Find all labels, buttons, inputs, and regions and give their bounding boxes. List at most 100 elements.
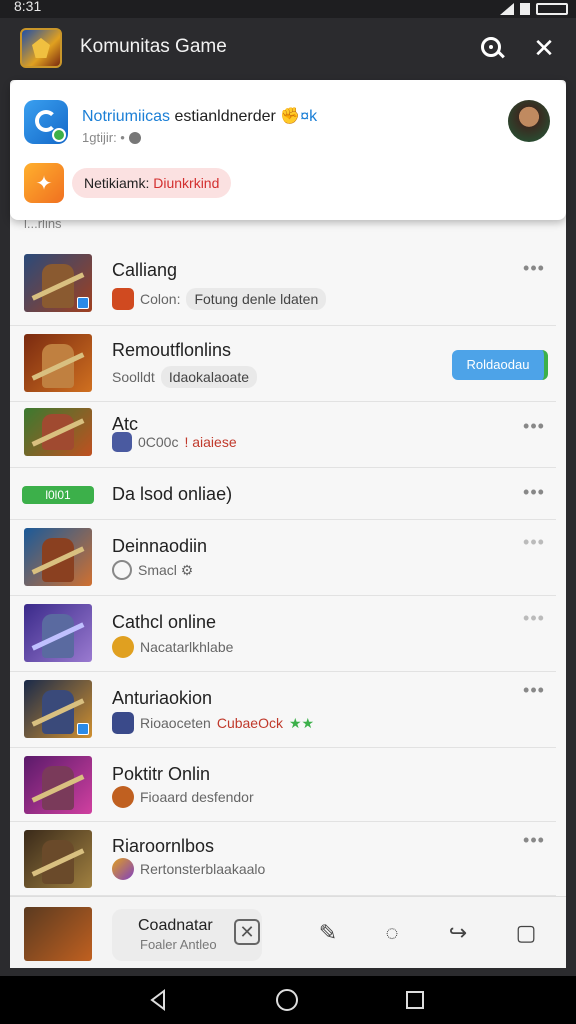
game-subtitle: Rertonsterblaakaalo bbox=[112, 858, 265, 880]
sub-label: Smacl ⚙ bbox=[138, 561, 194, 578]
more-options-button[interactable]: ••• bbox=[522, 483, 546, 506]
close-icon[interactable]: ✕ bbox=[234, 919, 260, 945]
status-badge: l0l01 bbox=[22, 486, 94, 504]
game-badge-icon bbox=[112, 858, 134, 880]
list-item[interactable]: Riaroornlbos Rertonsterblaakaalo ••• bbox=[10, 822, 556, 896]
notification-secondary[interactable]: ✦ Netikiamk: Diunkrkind bbox=[24, 162, 232, 204]
copy-icon[interactable]: ▢ bbox=[512, 919, 540, 947]
signal-icon bbox=[500, 3, 514, 15]
game-thumbnail bbox=[24, 756, 92, 814]
game-thumbnail bbox=[24, 334, 92, 392]
list-item[interactable]: Remoutflonlins Soolldt Idaokalaoate Rold… bbox=[10, 326, 556, 402]
sub-label: Rioaoceten bbox=[140, 715, 211, 731]
bottom-toolbar: Coadnatar Foaler Antleo ✕ ✎ ◌ ↪ ▢ bbox=[10, 896, 566, 968]
sub-label-red: ! aiaiese bbox=[184, 434, 237, 450]
system-nav-bar bbox=[0, 976, 576, 1024]
pen-icon[interactable]: ✎ bbox=[314, 919, 342, 947]
tag-chip[interactable]: Fotung denle ldaten bbox=[186, 288, 327, 310]
more-options-button[interactable]: ••• bbox=[522, 831, 546, 854]
game-subtitle: Soolldt Idaokalaoate bbox=[112, 366, 257, 388]
selected-subtitle: Foaler Antleo bbox=[140, 937, 217, 952]
game-subtitle: Colon: Fotung denle ldaten bbox=[112, 288, 327, 310]
tag-chip[interactable]: Idaokalaoate bbox=[160, 366, 257, 388]
home-icon[interactable] bbox=[276, 989, 298, 1011]
more-options-button[interactable]: ••• bbox=[522, 417, 546, 440]
sub-label: Nacatarlkhlabe bbox=[140, 639, 234, 655]
battery-icon bbox=[536, 3, 568, 15]
status-bar: 8:31 bbox=[0, 0, 576, 18]
follow-button[interactable]: Roldaodau bbox=[452, 350, 548, 380]
recents-icon[interactable] bbox=[406, 991, 424, 1009]
list-item[interactable]: Cathcl online Nacatarlkhlabe ••• bbox=[10, 596, 556, 672]
game-title: Remoutflonlins bbox=[112, 340, 232, 360]
sub-label-red: CubaeOck bbox=[216, 715, 283, 731]
list-item[interactable]: Atc 0C00c ! aiaiese ••• bbox=[10, 402, 556, 468]
more-options-button[interactable]: ••• bbox=[522, 533, 546, 556]
game-thumbnail bbox=[24, 604, 92, 662]
back-icon[interactable] bbox=[146, 988, 170, 1012]
game-subtitle: Fioaard desfendor bbox=[112, 786, 254, 808]
close-icon: ✕ bbox=[533, 33, 555, 63]
sub-label-green: ★★ bbox=[288, 714, 315, 731]
settings-icon bbox=[112, 560, 132, 580]
sub-label: 0C00c bbox=[138, 434, 179, 450]
game-thumbnail bbox=[24, 528, 92, 586]
notification-pill-red: Diunkrkind bbox=[153, 175, 220, 191]
wifi-icon bbox=[520, 3, 530, 15]
list-item[interactable]: Calliang Colon: Fotung denle ldaten ••• bbox=[10, 250, 556, 326]
list-item[interactable]: Poktitr Onlin Fioaard desfendor bbox=[10, 748, 556, 822]
notification-subtitle: 1gtijir: • bbox=[82, 130, 141, 145]
game-title: Cathcl online bbox=[112, 612, 217, 632]
page-title: Komunitas Game bbox=[80, 36, 227, 57]
sub-label: Colon: bbox=[140, 291, 181, 307]
notification-title-rest: estianldnerder bbox=[170, 108, 276, 125]
game-badge-icon bbox=[112, 786, 134, 808]
notification-title: Notriumiicas estianldnerder ✊¤k bbox=[82, 106, 317, 126]
list-item[interactable]: l0l01 Da lsod onliae) ••• bbox=[10, 468, 556, 520]
game-thumbnail bbox=[24, 254, 92, 312]
notification-pill-prefix: Netikiamk: bbox=[84, 175, 154, 191]
game-subtitle: Nacatarlkhlabe bbox=[112, 636, 233, 658]
game-badge-icon bbox=[112, 712, 134, 734]
notification-card[interactable]: Notriumiicas estianldnerder ✊¤k 1gtijir:… bbox=[10, 80, 566, 220]
reward-icon: ✦ bbox=[24, 163, 64, 203]
game-badge-icon bbox=[112, 636, 134, 658]
close-button[interactable]: ✕ bbox=[528, 32, 560, 64]
more-options-button[interactable]: ••• bbox=[522, 609, 546, 632]
sub-label: Rertonsterblaakaalo bbox=[140, 861, 266, 877]
notification-time: 1gtijir: • bbox=[82, 130, 125, 145]
more-options-button[interactable]: ••• bbox=[522, 259, 546, 282]
globe-icon bbox=[128, 131, 141, 144]
game-thumbnail bbox=[24, 830, 92, 888]
share-icon[interactable]: ↪ bbox=[444, 919, 472, 947]
search-button[interactable] bbox=[476, 32, 508, 64]
game-thumbnail bbox=[24, 907, 92, 961]
sub-label: Soolldt bbox=[112, 369, 155, 385]
game-thumbnail bbox=[24, 408, 92, 456]
community-app-icon bbox=[24, 100, 68, 144]
game-badge-icon bbox=[112, 432, 132, 452]
sub-label: Fioaard desfendor bbox=[140, 789, 254, 805]
game-title: Da lsod onliae) bbox=[112, 484, 233, 504]
selected-title: Coadnatar bbox=[138, 917, 213, 934]
refresh-icon[interactable]: ◌ bbox=[378, 919, 406, 947]
game-badge-icon bbox=[112, 288, 134, 310]
more-options-button[interactable]: ••• bbox=[522, 681, 546, 704]
game-title: Deinnaodiin bbox=[112, 536, 208, 556]
notification-title-tail: ✊¤k bbox=[280, 108, 318, 125]
game-title: Riaroornlbos bbox=[112, 836, 215, 856]
game-subtitle: Smacl ⚙ bbox=[112, 560, 193, 580]
app-bar: Komunitas Game ✕ bbox=[0, 18, 576, 80]
status-time: 8:31 bbox=[14, 0, 42, 14]
list-item[interactable]: Deinnaodiin Smacl ⚙ ••• bbox=[10, 520, 556, 596]
game-thumbnail bbox=[24, 680, 92, 738]
game-subtitle: 0C00c ! aiaiese bbox=[112, 432, 237, 452]
notification-pill[interactable]: Netikiamk: Diunkrkind bbox=[72, 168, 232, 198]
avatar[interactable] bbox=[508, 100, 550, 142]
status-icons bbox=[500, 0, 568, 18]
list-item[interactable]: Anturiaokion Rioaoceten CubaeOck ★★ ••• bbox=[10, 672, 556, 748]
game-title: Calliang bbox=[112, 260, 178, 280]
notification-title-highlight: Notriumiicas bbox=[82, 108, 171, 125]
game-subtitle: Rioaoceten CubaeOck ★★ bbox=[112, 712, 314, 734]
game-title: Poktitr Onlin bbox=[112, 764, 211, 784]
